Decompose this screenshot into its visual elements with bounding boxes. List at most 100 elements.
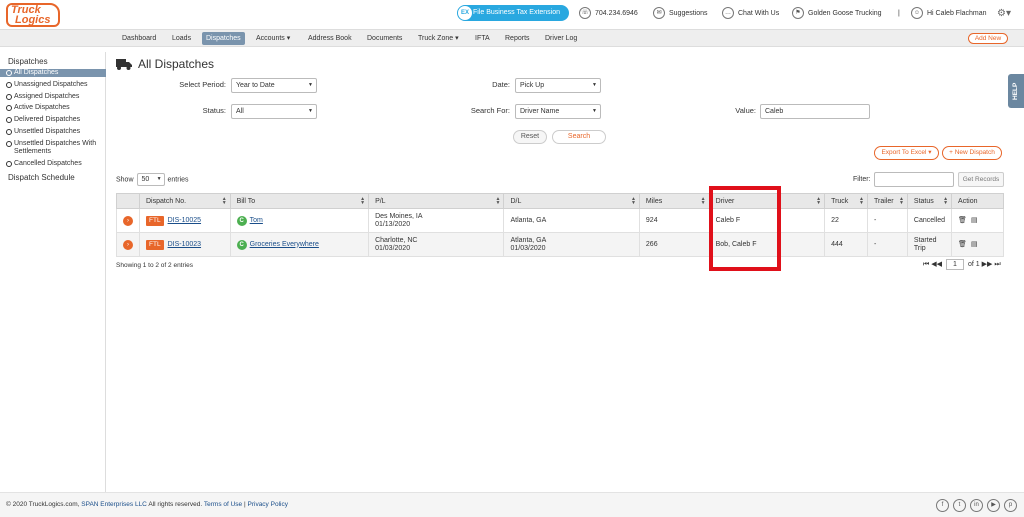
customer-badge-icon: C	[236, 239, 247, 250]
suggestions-icon: ✉	[653, 7, 665, 20]
date-dropdown[interactable]: Pick Up	[515, 78, 601, 93]
sidebar-item-label: Cancelled Dispatches	[14, 160, 82, 167]
document-icon[interactable]: ▤	[971, 241, 978, 249]
search-for-dropdown[interactable]: Driver Name	[515, 104, 601, 119]
new-dispatch-button[interactable]: + New Dispatch	[942, 146, 1002, 160]
sidebar-item-unsettled[interactable]: Unsettled Dispatches	[0, 128, 106, 136]
sidebar-item-assigned[interactable]: Assigned Dispatches	[0, 93, 106, 101]
trailer-cell: -	[866, 208, 908, 233]
status-dropdown[interactable]: All	[231, 104, 317, 119]
twitter-icon[interactable]: t	[953, 499, 966, 512]
sidebar-item-unassigned[interactable]: Unassigned Dispatches	[0, 81, 106, 89]
page-title: All Dispatches	[138, 57, 215, 71]
expand-row-icon[interactable]: ›	[123, 239, 133, 250]
truck-icon	[116, 59, 132, 70]
next-page-icon[interactable]: ▶▶	[982, 261, 993, 268]
sidebar: Dispatches All Dispatches Unassigned Dis…	[0, 52, 106, 492]
trash-icon[interactable]: 🗑	[958, 217, 967, 225]
file-tax-extension-button[interactable]: EX File Business Tax Extension	[457, 5, 569, 21]
settings-gear-icon[interactable]: ⚙▾	[997, 6, 1011, 22]
terms-link[interactable]: Terms of Use	[204, 501, 242, 508]
miles-cell: 266	[638, 232, 710, 257]
sidebar-item-all-dispatches[interactable]: All Dispatches	[0, 69, 106, 77]
sidebar-item-unsettled-with-settlements[interactable]: Unsettled Dispatches With Settlements	[0, 140, 100, 156]
bill-to-link[interactable]: Groceries Everywhere	[250, 241, 319, 248]
nav-ifta[interactable]: IFTA	[471, 32, 494, 45]
entries-dropdown[interactable]: 50	[136, 173, 165, 186]
nav-address-book[interactable]: Address Book	[304, 32, 356, 45]
col-bill-to[interactable]: Bill To ▲ ▼	[229, 193, 370, 209]
sort-icon: ▲ ▼	[859, 196, 864, 206]
col-dispatch-no[interactable]: Dispatch No. ▲ ▼	[139, 193, 231, 209]
get-records-button[interactable]: Get Records	[958, 172, 1004, 187]
suggestions-link[interactable]: ✉ Suggestions	[653, 6, 708, 22]
company-name: Golden Goose Trucking	[808, 10, 882, 17]
nav-loads[interactable]: Loads	[168, 32, 195, 45]
linkedin-icon[interactable]: in	[970, 499, 983, 512]
select-period-dropdown[interactable]: Year to Date	[231, 78, 317, 93]
sidebar-section-dispatch-schedule[interactable]: Dispatch Schedule	[0, 171, 106, 185]
prev-page-icon[interactable]: ◀◀	[931, 261, 942, 268]
col-miles[interactable]: Miles ▲ ▼	[638, 193, 710, 209]
pinterest-icon[interactable]: p	[1004, 499, 1017, 512]
last-page-icon[interactable]: ⏭	[994, 261, 1000, 268]
sidebar-item-cancelled[interactable]: Cancelled Dispatches	[0, 160, 106, 168]
ftl-badge: FTL	[146, 239, 164, 250]
expand-row-icon[interactable]: ›	[123, 215, 133, 226]
trash-icon[interactable]: 🗑	[958, 241, 967, 249]
span-link[interactable]: SPAN Enterprises LLC	[81, 501, 147, 508]
export-to-excel-button[interactable]: Export To Excel ▾	[874, 146, 939, 160]
col-dl[interactable]: D/L ▲ ▼	[503, 193, 640, 209]
sidebar-item-active[interactable]: Active Dispatches	[0, 104, 106, 112]
col-status[interactable]: Status ▲ ▼	[906, 193, 953, 209]
nav-reports[interactable]: Reports	[501, 32, 534, 45]
page-number-input[interactable]: 1	[946, 259, 964, 270]
col-trailer[interactable]: Trailer ▲ ▼	[866, 193, 908, 209]
user-menu[interactable]: ☺ Hi Caleb Flachman	[911, 6, 987, 22]
company-icon: ⚑	[792, 7, 804, 20]
pl-cell: Charlotte, NC 01/03/2020	[368, 232, 505, 257]
sidebar-section-dispatches[interactable]: Dispatches	[0, 55, 106, 69]
company-link[interactable]: ⚑ Golden Goose Trucking	[792, 6, 882, 22]
nav-dashboard[interactable]: Dashboard	[118, 32, 160, 45]
nav-documents[interactable]: Documents	[363, 32, 406, 45]
customer-badge-icon: C	[236, 215, 247, 226]
help-tab[interactable]: HELP	[1008, 74, 1024, 108]
pl-city: Des Moines, IA	[375, 212, 423, 220]
trucklogics-logo[interactable]: Truck Logics	[6, 3, 60, 27]
sort-icon: ▲ ▼	[816, 196, 822, 206]
footer-text: © 2020 TruckLogics.com, SPAN Enterprises…	[6, 501, 288, 508]
sidebar-item-delivered[interactable]: Delivered Dispatches	[0, 116, 106, 124]
col-truck[interactable]: Truck ▲ ▼	[824, 193, 868, 209]
value-input[interactable]: Caleb	[760, 104, 870, 119]
circle-icon	[6, 129, 12, 135]
facebook-icon[interactable]: f	[936, 499, 949, 512]
nav-driver-log[interactable]: Driver Log	[541, 32, 581, 45]
filter-input[interactable]	[874, 172, 954, 187]
pl-date: 01/03/2020	[375, 244, 411, 252]
search-button[interactable]: Search	[552, 130, 606, 144]
sidebar-item-label: Unsettled Dispatches	[14, 128, 81, 135]
first-page-icon[interactable]: ⏮	[923, 261, 929, 268]
nav-accounts[interactable]: Accounts ▾	[252, 32, 294, 45]
sort-icon: ▲ ▼	[360, 196, 366, 206]
dispatch-link[interactable]: DIS-10023	[168, 241, 201, 248]
nav-truck-zone[interactable]: Truck Zone ▾	[414, 32, 463, 45]
chat-with-us-link[interactable]: … Chat With Us	[722, 6, 779, 22]
nav-dispatches[interactable]: Dispatches	[202, 32, 245, 45]
add-new-button[interactable]: Add New	[968, 33, 1008, 44]
copyright-text: © 2020 TruckLogics.com,	[6, 501, 80, 508]
logo-text-line2: Logics	[15, 14, 51, 26]
document-icon[interactable]: ▤	[971, 217, 978, 225]
search-for-label: Search For:	[470, 106, 510, 115]
status-label: Status:	[202, 106, 226, 115]
bill-to-link[interactable]: Tom	[250, 217, 263, 224]
dispatch-link[interactable]: DIS-10025	[168, 217, 201, 224]
tax-button-label: File Business Tax Extension	[473, 9, 561, 16]
col-pl[interactable]: P/L ▲ ▼	[368, 193, 505, 209]
phone-link[interactable]: ☏ 704.234.6946	[579, 6, 638, 22]
youtube-icon[interactable]: ▶	[987, 499, 1000, 512]
circle-icon	[6, 70, 12, 76]
privacy-link[interactable]: Privacy Policy	[248, 501, 288, 508]
reset-button[interactable]: Reset	[513, 130, 547, 144]
